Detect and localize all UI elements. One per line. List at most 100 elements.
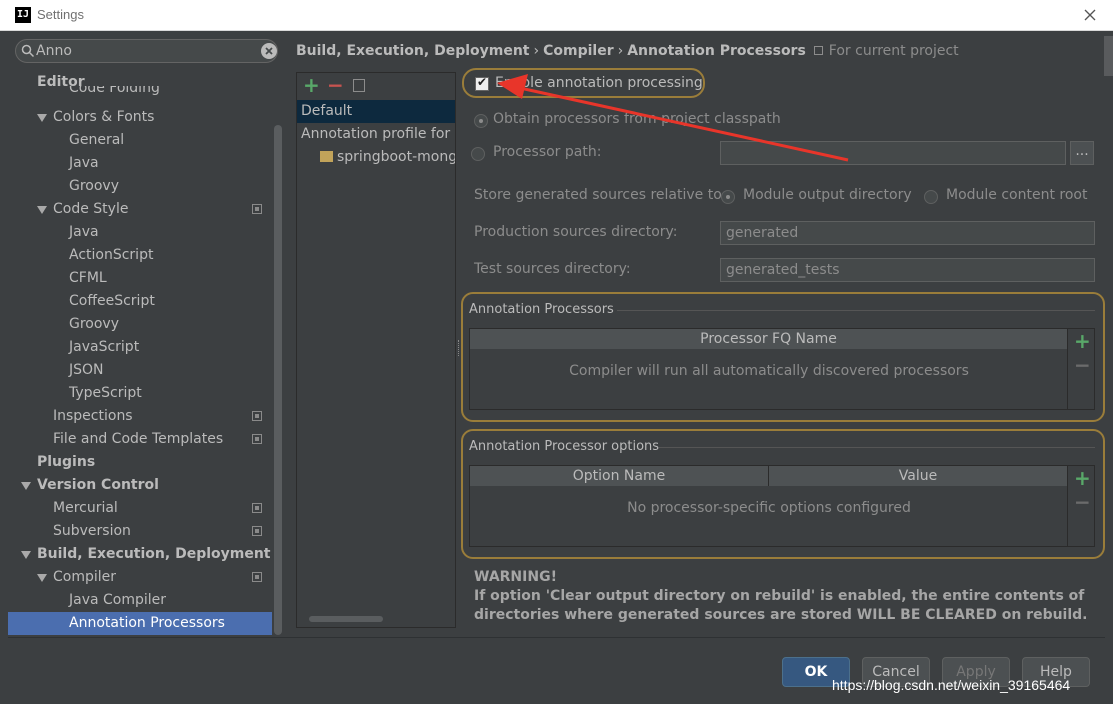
group-divider [617, 310, 1095, 311]
obtain-classpath-radio[interactable] [474, 114, 488, 128]
warning-text: If option 'Clear output directory on reb… [474, 588, 1088, 623]
processors-empty-text: Compiler will run all automatically disc… [569, 363, 969, 379]
close-icon [1084, 9, 1096, 21]
tree-item-compiler[interactable]: Compiler [8, 566, 272, 589]
option-value-header[interactable]: Value [769, 466, 1068, 486]
prod-dir-label: Production sources directory: [474, 224, 678, 240]
remove-profile-icon[interactable]: − [327, 73, 344, 97]
tree-item-actionscript[interactable]: ActionScript [8, 244, 272, 267]
option-name-header[interactable]: Option Name [470, 466, 769, 486]
browse-button[interactable]: ... [1070, 141, 1094, 165]
profile-item-annotation-profile[interactable]: Annotation profile for s [297, 123, 455, 146]
tree-item-groovy[interactable]: Groovy [8, 175, 272, 198]
tree-item-json[interactable]: JSON [8, 359, 272, 382]
splitter-handle[interactable] [458, 340, 460, 356]
test-dir-field[interactable]: generated_tests [720, 258, 1095, 282]
module-output-label: Module output directory [743, 187, 912, 203]
tree-item-inspections[interactable]: Inspections [8, 405, 272, 428]
processor-path-label: Processor path: [493, 144, 602, 160]
settings-tree: Editor Code Folding Colors & Fonts Gener… [8, 69, 272, 635]
remove-option-icon[interactable]: − [1074, 490, 1091, 514]
enable-annotation-label: Enable annotation processing [495, 75, 703, 91]
obtain-classpath-label: Obtain processors from project classpath [493, 111, 781, 127]
watermark-text: https://blog.csdn.net/weixin_39165464 [832, 677, 1071, 693]
add-profile-icon[interactable]: + [303, 73, 320, 97]
processor-options-title: Annotation Processor options [469, 439, 660, 454]
processors-side-toolbar: + − [1067, 329, 1095, 409]
processor-path-field[interactable] [720, 141, 1066, 165]
tree-item-mercurial[interactable]: Mercurial [8, 497, 272, 520]
profile-item-default[interactable]: Default [297, 100, 455, 123]
tree-item-java-compiler[interactable]: Java Compiler [8, 589, 272, 612]
footer-divider [8, 637, 1105, 638]
tree-item-general[interactable]: General [8, 129, 272, 152]
remove-processor-icon[interactable]: − [1074, 353, 1091, 377]
tree-item-build-execution-deployment[interactable]: Build, Execution, Deployment [8, 543, 272, 566]
profile-item-module[interactable]: springboot-mong [297, 146, 455, 169]
tree-item-java[interactable]: Java [8, 221, 272, 244]
tree-item-colors-fonts[interactable]: Colors & Fonts [8, 106, 272, 129]
tree-item-subversion[interactable]: Subversion [8, 520, 272, 543]
add-processor-icon[interactable]: + [1074, 329, 1091, 353]
annotation-processors-title: Annotation Processors [469, 302, 614, 317]
add-option-icon[interactable]: + [1074, 466, 1091, 490]
expand-arrow-icon[interactable] [37, 574, 47, 582]
search-icon [21, 44, 35, 58]
tree-item-annotation-processors[interactable]: Annotation Processors [8, 612, 272, 635]
breadcrumb-build: Build, Execution, Deployment [296, 43, 530, 59]
clear-search-icon[interactable] [261, 43, 277, 59]
expand-arrow-icon[interactable] [21, 551, 31, 559]
intellij-app-icon: IJ [15, 7, 31, 23]
profiles-hscrollbar[interactable] [309, 616, 383, 622]
title-bar: IJ Settings [0, 0, 1113, 31]
module-folder-icon [320, 151, 333, 162]
move-to-icon[interactable] [353, 79, 365, 92]
module-content-radio[interactable] [924, 190, 938, 204]
tree-item-javascript[interactable]: JavaScript [8, 336, 272, 359]
project-scope-icon [252, 434, 262, 444]
breadcrumb-compiler: Compiler [543, 43, 614, 59]
store-relative-label: Store generated sources relative to: [474, 187, 727, 203]
project-scope-icon [252, 503, 262, 513]
expand-arrow-icon[interactable] [37, 206, 47, 214]
profiles-panel: + − Default Annotation profile for s spr… [296, 72, 456, 628]
tree-item-cfml[interactable]: CFML [8, 267, 272, 290]
breadcrumb: Build, Execution, Deployment › Compiler › An… [296, 43, 959, 59]
expand-arrow-icon[interactable] [37, 114, 47, 122]
warning-block: WARNING! If option 'Clear output directo… [474, 568, 1099, 625]
enable-annotation-checkbox[interactable] [475, 75, 489, 91]
processor-path-radio[interactable] [471, 147, 485, 161]
window-title: Settings [37, 7, 84, 22]
processor-fq-name-header[interactable]: Processor FQ Name [470, 329, 1068, 349]
module-output-radio[interactable] [721, 190, 735, 204]
profiles-toolbar: + − [297, 73, 455, 99]
options-empty-text: No processor-specific options configured [627, 500, 911, 516]
tree-item-groovy[interactable]: Groovy [8, 313, 272, 336]
project-scope-icon [252, 572, 262, 582]
warning-title: WARNING! [474, 569, 557, 585]
right-scrollbar[interactable] [1104, 36, 1113, 76]
options-side-toolbar: + − [1067, 466, 1095, 546]
tree-item-code-style[interactable]: Code Style [8, 198, 272, 221]
options-table: Option Name Value No processor-specific … [469, 465, 1095, 547]
settings-search[interactable] [15, 39, 278, 63]
tree-item-typescript[interactable]: TypeScript [8, 382, 272, 405]
sidebar-scrollbar[interactable] [274, 125, 282, 635]
processors-table: Processor FQ Name Compiler will run all … [469, 328, 1095, 410]
tree-item-coffeescript[interactable]: CoffeeScript [8, 290, 272, 313]
breadcrumb-annotation-processors: Annotation Processors [627, 43, 806, 59]
module-content-label: Module content root [946, 187, 1088, 203]
tree-item-code-folding[interactable]: Code Folding [8, 86, 272, 100]
search-input[interactable] [36, 41, 256, 61]
close-button[interactable] [1078, 4, 1102, 26]
tree-item-file-code-templates[interactable]: File and Code Templates [8, 428, 272, 451]
tree-item-version-control[interactable]: Version Control [8, 474, 272, 497]
tree-item-plugins[interactable]: Plugins [8, 451, 272, 474]
test-dir-label: Test sources directory: [474, 261, 631, 277]
group-divider [659, 447, 1095, 448]
expand-arrow-icon[interactable] [21, 482, 31, 490]
scope-note: For current project [828, 43, 959, 59]
tree-item-java[interactable]: Java [8, 152, 272, 175]
project-scope-icon [813, 46, 823, 55]
prod-dir-field[interactable]: generated [720, 221, 1095, 245]
